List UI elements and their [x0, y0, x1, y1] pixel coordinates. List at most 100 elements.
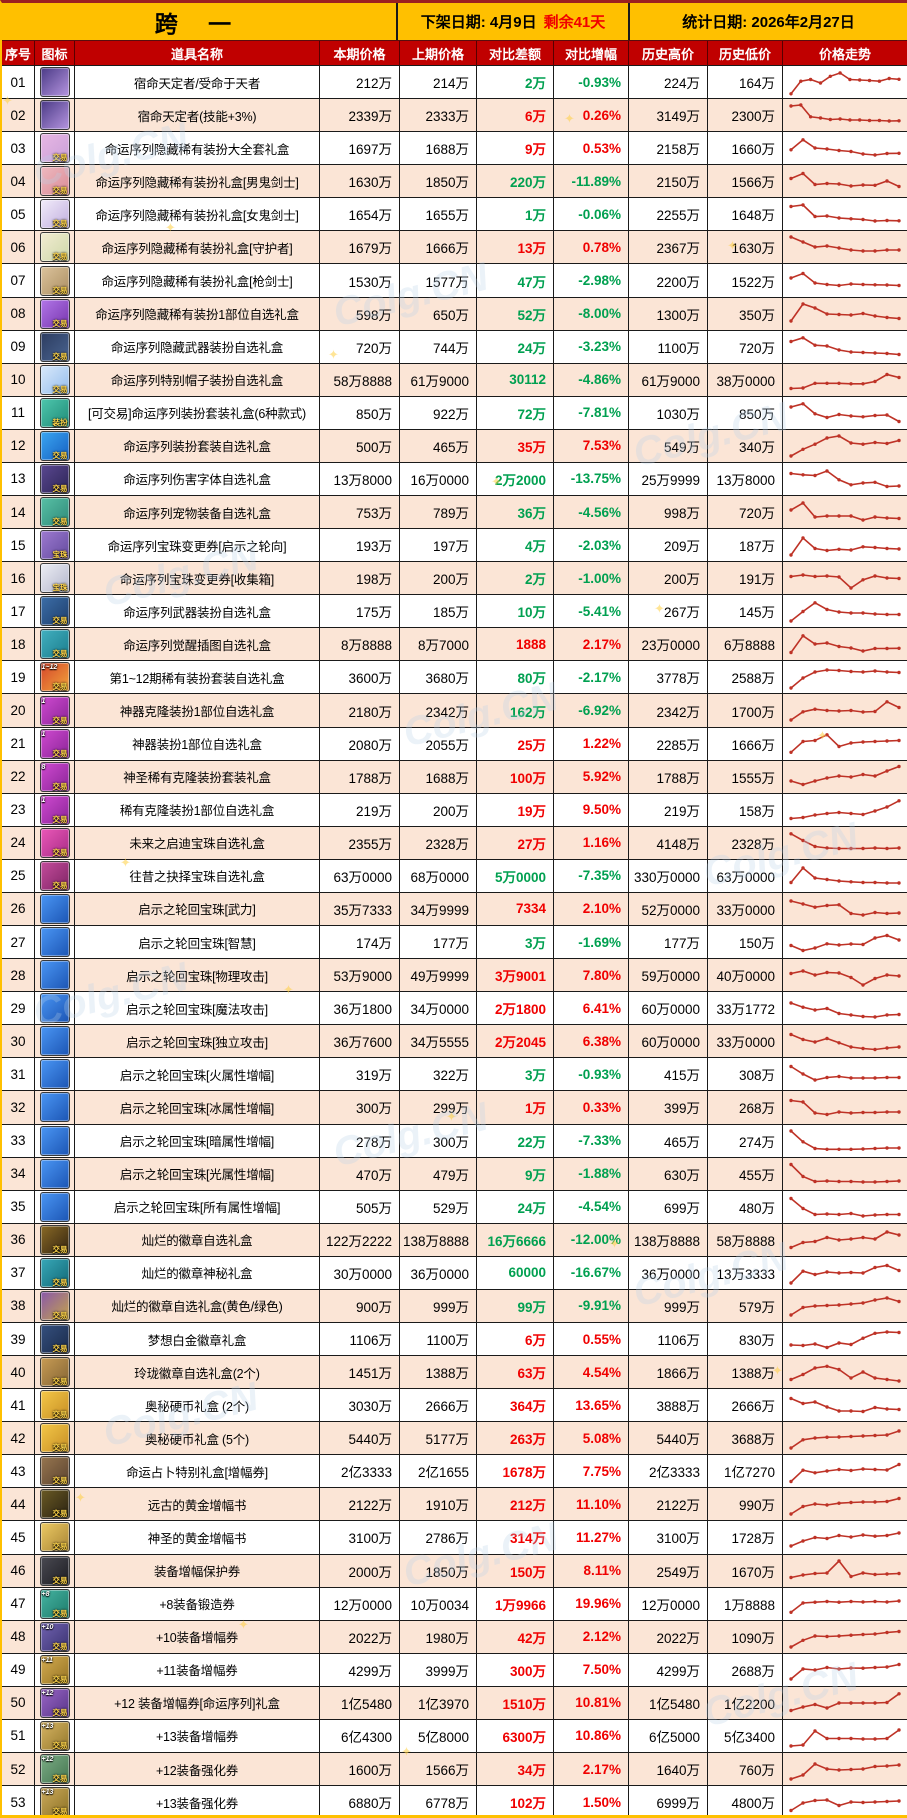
low-price-cell: 1660万 [708, 132, 783, 166]
low-price-cell: 40万0000 [708, 959, 783, 993]
icon-tag: 交易 [52, 1542, 68, 1552]
item-icon: 交易 [39, 1290, 70, 1321]
low-price-cell: 58万8888 [708, 1223, 783, 1257]
table-row: 41 交易 奥秘硬币礼盒 (2个) 3030万 2666万 364万 13.65% 3888万… [2, 1389, 907, 1423]
low-price-cell: 33万0000 [708, 1025, 783, 1059]
icon-tag: 交易 [52, 814, 68, 824]
table-row: 35 启示之轮回宝珠[所有属性增幅] 505万 529万 24万 -4.54% 699万 48… [2, 1190, 907, 1224]
row-number-cell: 49 [2, 1653, 35, 1687]
icon-badge: +10 [41, 1623, 54, 1631]
high-price-cell: 2549万 [629, 1554, 708, 1588]
icon-tag: 交易 [52, 186, 68, 196]
previous-price-cell: 744万 [400, 330, 477, 364]
icon-tag: 交易 [52, 153, 68, 163]
price-trend-sparkline [789, 1230, 901, 1250]
diff-cell: 3万9001 [477, 959, 554, 993]
item-name-cell: 命运序列装扮套装自选礼盒 [75, 429, 320, 463]
item-icon: 交易 [39, 430, 70, 461]
price-trend-sparkline [789, 1429, 901, 1450]
item-icon-cell: 交易 [35, 231, 75, 265]
trend-cell [783, 397, 907, 430]
item-icon-cell: +8 交易 [35, 1587, 75, 1621]
previous-price-cell: 1666万 [400, 231, 477, 265]
previous-price-cell: 2328万 [400, 826, 477, 860]
row-number-cell: 48 [2, 1620, 35, 1654]
trend-cell [783, 728, 907, 761]
high-price-cell: 4299万 [629, 1653, 708, 1687]
high-price-cell: 1788万 [629, 760, 708, 794]
low-price-cell: 6万8888 [708, 628, 783, 662]
item-icon-cell: 1 交易 [35, 694, 75, 728]
item-name-cell: 启示之轮回宝珠[智慧] [75, 926, 320, 960]
item-icon: 宝珠 [39, 563, 70, 594]
item-icon: 装扮 [39, 397, 70, 428]
row-number-cell: 18 [2, 628, 35, 662]
pct-change-cell: -8.00% [554, 297, 629, 331]
item-icon: 交易 [39, 265, 70, 296]
item-icon-cell: 交易 [35, 297, 75, 331]
pct-change-cell: 9.50% [554, 793, 629, 827]
diff-cell: 2万1800 [477, 992, 554, 1026]
item-icon-cell [35, 892, 75, 927]
price-trend-sparkline [789, 600, 901, 623]
pct-change-cell: -5.41% [554, 595, 629, 629]
item-icon-cell [35, 992, 75, 1026]
pct-change-cell: 7.75% [554, 1455, 629, 1489]
table-row: 03 交易 命运序列隐藏稀有装扮大全套礼盒 1697万 1688万 9万 0.53% 2158… [2, 132, 907, 166]
item-icon: 1 交易 [39, 794, 70, 825]
previous-price-cell: 1688万 [400, 132, 477, 166]
icon-tag: 交易 [52, 219, 68, 229]
item-icon: 1 交易 [39, 695, 70, 726]
trend-cell [783, 1687, 907, 1720]
pct-change-cell: -0.93% [554, 66, 629, 100]
current-price-cell: 1630万 [320, 165, 400, 199]
high-price-cell: 6亿5000 [629, 1719, 708, 1753]
low-price-cell: 720万 [708, 496, 783, 530]
previous-price-cell: 200万 [400, 793, 477, 827]
icon-badge: 1~12 [41, 664, 58, 672]
current-price-cell: 36万1800 [320, 992, 400, 1026]
row-number-cell: 04 [2, 165, 35, 199]
item-name-cell: 命运序列隐藏稀有装扮礼盒[守护者] [75, 231, 320, 265]
current-price-cell: 30万0000 [320, 1256, 400, 1290]
item-icon-cell: 交易 [35, 330, 75, 364]
icon-tag: 交易 [52, 880, 68, 890]
row-number-cell: 19 [2, 661, 35, 695]
price-trend-sparkline [789, 1329, 901, 1349]
table-row: 21 1 交易 神器装扮1部位自选礼盒 2080万 2055万 25万 1.22% 2285万 1… [2, 727, 907, 761]
diff-cell: 6300万 [477, 1719, 554, 1753]
icon-badge: +8 [41, 1590, 50, 1598]
item-icon-cell: 交易 [35, 1488, 75, 1522]
low-price-cell: 164万 [708, 66, 783, 100]
col-header-icon: 图标 [35, 41, 75, 66]
previous-price-cell: 1655万 [400, 198, 477, 232]
current-price-cell: 470万 [320, 1157, 400, 1191]
low-price-cell: 158万 [708, 793, 783, 827]
low-price-cell: 850万 [708, 396, 783, 430]
item-name-cell: 稀有克隆装扮1部位自选礼盒 [75, 793, 320, 827]
high-price-cell: 1866万 [629, 1356, 708, 1390]
icon-badge: +12 [41, 1689, 54, 1697]
item-icon [39, 1059, 70, 1090]
diff-cell: 2万 [477, 66, 554, 100]
col-header-current: 本期价格 [320, 41, 400, 66]
item-icon-cell: 交易 [35, 1554, 75, 1588]
pct-change-cell: -4.86% [554, 363, 629, 397]
icon-tag: 交易 [52, 351, 68, 361]
diff-cell: 150万 [477, 1554, 554, 1588]
previous-price-cell: 529万 [400, 1190, 477, 1224]
price-trend-sparkline [789, 535, 901, 557]
item-name-cell: 启示之轮回宝珠[物理攻击] [75, 959, 320, 993]
row-number-cell: 33 [2, 1124, 35, 1158]
item-icon: 交易 [39, 1224, 70, 1255]
row-number-cell: 06 [2, 231, 35, 265]
high-price-cell: 1030万 [629, 396, 708, 430]
previous-price-cell: 200万 [400, 562, 477, 596]
diff-cell: 6万 [477, 1322, 554, 1357]
table-row: 52 +12 交易 +12装备强化券 1600万 1566万 34万 2.17% 1640万 76… [2, 1752, 907, 1787]
current-price-cell: 753万 [320, 496, 400, 530]
low-price-cell: 2666万 [708, 1389, 783, 1423]
trend-cell [783, 1488, 907, 1522]
price-trend-sparkline [789, 500, 901, 522]
low-price-cell: 1522万 [708, 264, 783, 298]
